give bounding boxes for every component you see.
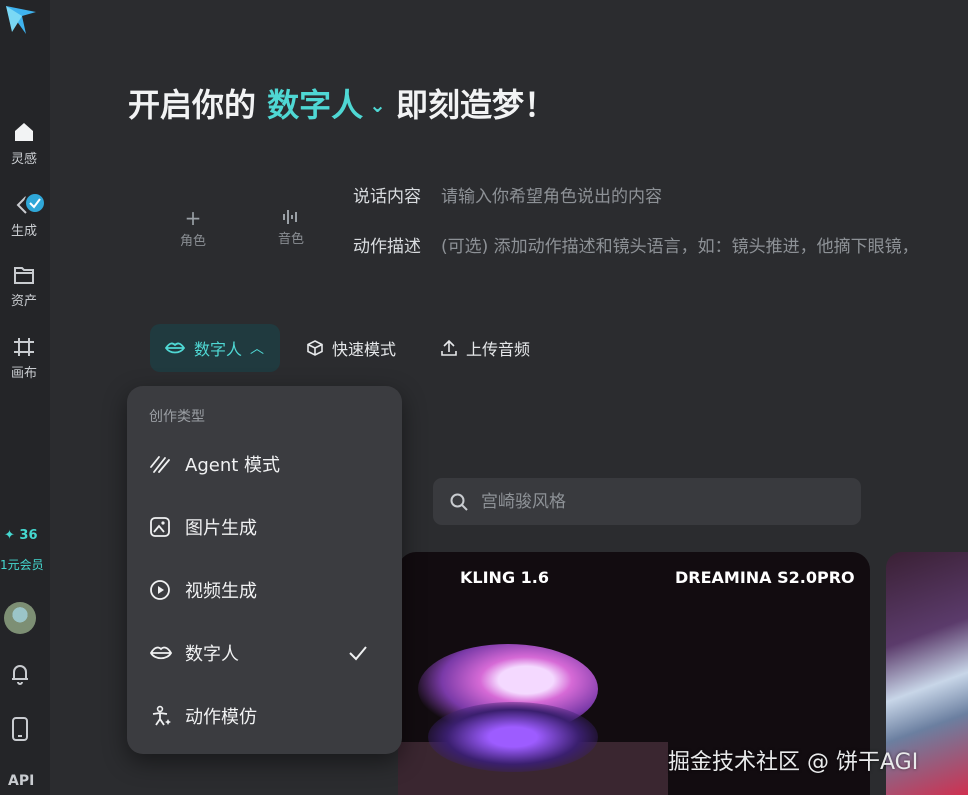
home-icon (15, 123, 33, 141)
character-slot[interactable]: + 角色 (163, 206, 223, 249)
motion-icon (152, 705, 171, 726)
card-art-shadow (428, 702, 598, 772)
check-icon (349, 646, 367, 661)
membership-link[interactable]: 1元会员 (0, 556, 44, 573)
credits-count[interactable]: ✦ 36 (4, 528, 38, 543)
quick-mode-button[interactable]: 快速模式 (292, 324, 410, 372)
menu-item-label: 动作模仿 (185, 707, 257, 728)
title-suffix: 即刻造梦！ (395, 86, 556, 124)
quick-mode-label: 快速模式 (332, 340, 397, 359)
speech-label: 说话内容 (353, 187, 421, 207)
agent-icon (150, 456, 170, 473)
cube-icon (307, 340, 323, 356)
speech-input[interactable]: 请输入你希望角色说出的内容 (441, 182, 662, 207)
slot-label: 音色 (277, 232, 304, 247)
sidebar-item-generate[interactable]: 生成 (0, 192, 48, 239)
search-input[interactable] (479, 490, 843, 513)
menu-title: 创作类型 (149, 409, 205, 425)
watermark-text: 掘金技术社区 @ 饼干AGI (668, 750, 919, 775)
search-icon (450, 493, 468, 511)
card-tag-right: DREAMINA S2.0PRO (675, 568, 855, 587)
menu-item-label: Agent 模式 (185, 455, 281, 476)
upload-icon (441, 339, 457, 356)
sidebar-item-inspiration[interactable]: 灵感 (0, 120, 48, 167)
sidebar-item-label: 生成 (10, 224, 37, 239)
image-gen-icon (150, 517, 170, 537)
menu-item-image[interactable]: 图片生成 (149, 507, 389, 547)
card-tag-left: KLING 1.6 (460, 568, 549, 587)
mode-dropdown-button[interactable]: 数字人 ︿ (150, 324, 280, 372)
sidebar-item-label: 画布 (10, 366, 37, 381)
sidebar-item-label: 资产 (10, 294, 37, 309)
sidebar: 灵感 生成 资产 画布 ✦ 36 1元会员 API (0, 0, 50, 795)
title-mode-selector[interactable]: 数字人 (267, 86, 363, 124)
menu-item-motion-imitation[interactable]: 动作模仿 (149, 696, 389, 736)
creation-type-menu: 创作类型 Agent 模式 图片生成 视频生成 数字人 动作模仿 (127, 386, 402, 754)
sidebar-item-canvas[interactable]: 画布 (0, 336, 48, 381)
lips-icon (164, 342, 186, 354)
slot-label: 角色 (179, 234, 206, 249)
avatar[interactable] (4, 602, 36, 634)
lips-icon (149, 646, 173, 660)
menu-item-agent[interactable]: Agent 模式 (149, 444, 389, 484)
search-bar (433, 478, 861, 525)
menu-item-label: 视频生成 (185, 581, 257, 602)
mode-label: 数字人 (194, 340, 243, 359)
page-title: 开启你的 数字人 ⌄ 即刻造梦！ (128, 80, 556, 126)
voice-slot[interactable]: 音色 (261, 206, 321, 247)
sidebar-item-label: 灵感 (10, 152, 37, 167)
mobile-icon[interactable] (10, 716, 30, 742)
menu-item-label: 数字人 (185, 644, 239, 665)
plus-icon: + (184, 206, 202, 230)
canvas-icon (14, 338, 34, 356)
check-badge-icon (24, 192, 46, 214)
video-gen-icon (150, 580, 170, 600)
upload-audio-label: 上传音频 (466, 340, 531, 359)
title-prefix: 开启你的 (128, 86, 257, 124)
menu-item-digital-human[interactable]: 数字人 (149, 633, 389, 673)
app-logo-icon[interactable] (2, 2, 40, 38)
upload-audio-button[interactable]: 上传音频 (426, 324, 544, 372)
folder-icon (14, 267, 34, 284)
menu-item-label: 图片生成 (185, 518, 257, 539)
chevron-down-icon[interactable]: ⌄ (369, 93, 386, 117)
action-input[interactable]: (可选) 添加动作描述和镜头语言，如：镜头推进，他摘下眼镜， (441, 232, 919, 257)
menu-item-video[interactable]: 视频生成 (149, 570, 389, 610)
sidebar-item-assets[interactable]: 资产 (0, 264, 48, 309)
action-label: 动作描述 (353, 237, 421, 257)
chevron-up-icon: ︿ (250, 341, 265, 357)
audio-wave-icon (283, 210, 297, 224)
bell-icon[interactable] (9, 662, 31, 686)
api-link[interactable]: API (8, 773, 34, 789)
